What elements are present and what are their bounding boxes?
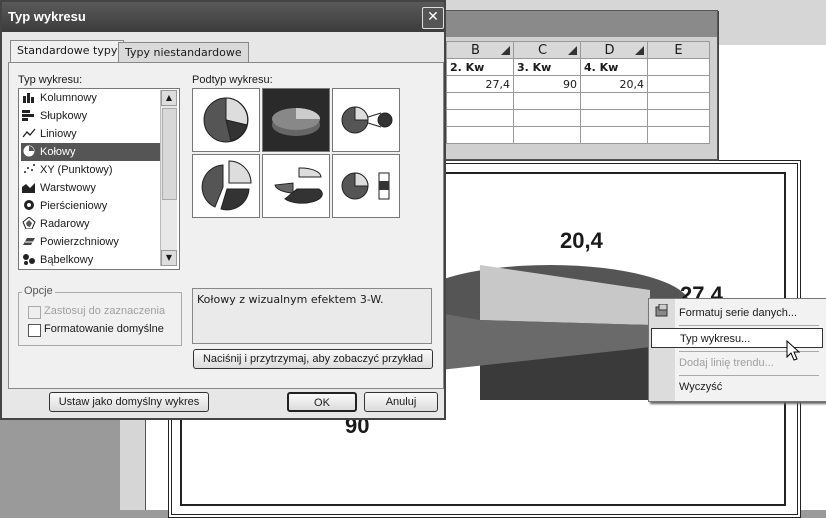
column-header-c[interactable]: C xyxy=(513,41,581,59)
list-item[interactable]: Kolumnowy xyxy=(21,89,161,107)
cell[interactable]: 27,4 xyxy=(446,75,514,93)
series-corner-icon xyxy=(635,45,644,55)
subtype-label: Podtyp wykresu: xyxy=(192,74,273,86)
column-header-row: B C D E xyxy=(446,41,710,59)
dialog-title[interactable]: Typ wykresu xyxy=(2,2,444,32)
cell[interactable] xyxy=(513,126,581,144)
scroll-thumb[interactable] xyxy=(162,108,177,200)
list-item[interactable]: Słupkowy xyxy=(21,107,161,125)
data-grid: B C D E 2. Kw 3. Kw 4. Kw 27,4 90 20,4 xyxy=(446,41,710,144)
cell[interactable] xyxy=(647,75,710,93)
line-chart-icon xyxy=(22,127,36,139)
menu-separator xyxy=(679,375,819,376)
cell[interactable] xyxy=(513,92,581,110)
data-label-top[interactable]: 20,4 xyxy=(560,228,603,254)
cell[interactable]: 3. Kw xyxy=(513,58,581,76)
table-row xyxy=(446,126,710,144)
list-item[interactable]: XY (Punktowy) xyxy=(21,161,161,179)
cell[interactable] xyxy=(446,92,514,110)
menu-item-clear[interactable]: Wyczyść xyxy=(679,377,819,397)
series-corner-icon xyxy=(568,45,577,55)
table-row: 2. Kw 3. Kw 4. Kw xyxy=(446,58,710,76)
column-chart-icon xyxy=(22,91,36,103)
list-item[interactable]: Radarowy xyxy=(21,215,161,233)
apply-selection-checkbox[interactable] xyxy=(28,306,41,319)
cancel-button[interactable]: Anuluj xyxy=(364,392,438,412)
cell[interactable]: 90 xyxy=(513,75,581,93)
list-item[interactable]: Bąbelkowy xyxy=(21,251,161,269)
set-default-chart-button[interactable]: Ustaw jako domyślny wykres xyxy=(49,392,209,412)
subtype-exploded-pie-3d[interactable] xyxy=(262,154,330,218)
scroll-up-icon[interactable]: ▲ xyxy=(161,90,177,106)
tab-standard-types[interactable]: Standardowe typy xyxy=(10,40,125,63)
data-sheet-window: B C D E 2. Kw 3. Kw 4. Kw 27,4 90 20,4 xyxy=(440,10,718,160)
subtype-exploded-pie[interactable] xyxy=(192,154,260,218)
table-row xyxy=(446,92,710,110)
doughnut-chart-icon xyxy=(22,199,36,211)
ok-button[interactable]: OK xyxy=(287,392,357,412)
apply-selection-label: Zastosuj do zaznaczenia xyxy=(44,305,166,317)
column-header-d[interactable]: D xyxy=(580,41,648,59)
cell[interactable] xyxy=(647,109,710,127)
list-item[interactable]: Pierścieniowy xyxy=(21,197,161,215)
mouse-cursor-icon xyxy=(786,340,800,361)
cell[interactable] xyxy=(580,92,648,110)
default-format-label: Formatowanie domyślne xyxy=(44,323,164,335)
pie-chart-icon xyxy=(22,145,36,157)
options-group xyxy=(18,292,182,346)
bubble-chart-icon xyxy=(22,253,36,265)
description-text: Kołowy z wizualnym efektem 3-W. xyxy=(197,293,384,306)
options-label: Opcje xyxy=(22,285,55,297)
cell[interactable]: 4. Kw xyxy=(580,58,648,76)
cell[interactable] xyxy=(647,92,710,110)
surface-chart-icon xyxy=(22,235,36,247)
preview-button[interactable]: Naciśnij i przytrzymaj, aby zobaczyć prz… xyxy=(193,349,433,369)
subtype-bar-of-pie[interactable] xyxy=(332,154,400,218)
subtype-description: Kołowy z wizualnym efektem 3-W. xyxy=(192,288,432,344)
list-item[interactable]: Powierzchniowy xyxy=(21,233,161,251)
chart-type-dialog: Typ wykresu ✕ Standardowe typy Typy nies… xyxy=(0,0,446,420)
table-row xyxy=(446,109,710,127)
subtype-pie-3d[interactable] xyxy=(262,88,330,152)
list-item[interactable]: Liniowy xyxy=(21,125,161,143)
column-header-b[interactable]: B xyxy=(446,41,514,59)
cell[interactable] xyxy=(513,109,581,127)
radar-chart-icon xyxy=(22,216,36,230)
list-item[interactable]: Warstwowy xyxy=(21,179,161,197)
list-scrollbar[interactable]: ▲ ▼ xyxy=(160,90,177,266)
cell[interactable]: 2. Kw xyxy=(446,58,514,76)
column-header-e[interactable]: E xyxy=(647,41,710,59)
cell[interactable] xyxy=(647,126,710,144)
cell[interactable]: 20,4 xyxy=(580,75,648,93)
cell[interactable] xyxy=(446,109,514,127)
bar-chart-icon xyxy=(22,109,36,121)
subtype-pie-of-pie[interactable] xyxy=(332,88,400,152)
series-corner-icon xyxy=(501,45,510,55)
scroll-down-icon[interactable]: ▼ xyxy=(161,250,177,266)
menu-separator xyxy=(679,325,819,326)
cell[interactable] xyxy=(580,109,648,127)
default-format-checkbox[interactable] xyxy=(28,324,41,337)
subtype-pie[interactable] xyxy=(192,88,260,152)
cell[interactable] xyxy=(647,58,710,76)
subtype-gallery xyxy=(192,88,400,218)
chart-type-list[interactable]: Kolumnowy Słupkowy Liniowy Kołowy XY (Pu… xyxy=(18,88,180,270)
close-button[interactable]: ✕ xyxy=(422,7,444,29)
tab-custom-types[interactable]: Typy niestandardowe xyxy=(118,42,249,63)
cell[interactable] xyxy=(580,126,648,144)
cell[interactable] xyxy=(446,126,514,144)
format-series-icon xyxy=(655,304,668,317)
menu-item-format-series[interactable]: Formatuj serie danych... xyxy=(679,303,819,323)
list-item[interactable]: Kołowy xyxy=(21,143,161,161)
table-row: 27,4 90 20,4 xyxy=(446,75,710,93)
chart-type-label: Typ wykresu: xyxy=(18,74,83,86)
scatter-chart-icon xyxy=(22,163,36,175)
area-chart-icon xyxy=(22,181,36,193)
data-sheet-titlebar[interactable] xyxy=(441,11,717,37)
